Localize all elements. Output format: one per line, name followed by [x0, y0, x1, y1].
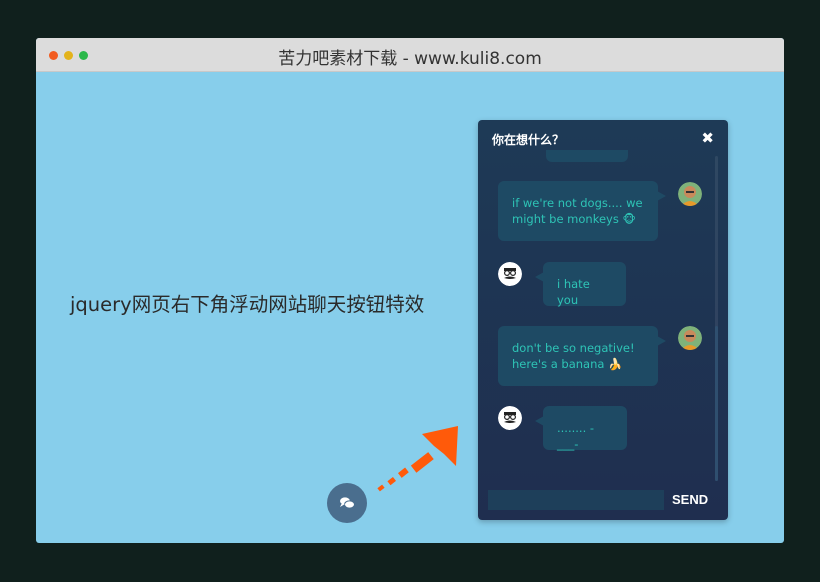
mustache-man-avatar-icon: [498, 406, 522, 430]
chat-panel: 你在想什么？ ✖ if we're not dogs.... we might …: [478, 120, 728, 520]
message-line: here's a banana 🍌: [512, 357, 623, 371]
chat-message-input[interactable]: [488, 490, 664, 510]
message-bubble: i hate you: [535, 262, 626, 307]
chat-float-button[interactable]: [327, 483, 367, 523]
previous-message-bubble: [546, 150, 628, 162]
send-button[interactable]: SEND: [672, 490, 708, 510]
bald-man-avatar-icon: [678, 182, 702, 206]
message-line: if we're not dogs.... we: [512, 196, 643, 210]
message-line: might be monkeys 🐵: [512, 212, 636, 226]
chat-bubble-icon: [340, 497, 355, 509]
mustache-man-avatar-icon: [498, 262, 522, 286]
orange-arrow-icon: [374, 420, 464, 500]
close-icon[interactable]: ✖: [701, 129, 714, 147]
chat-scroll-thumb[interactable]: [715, 326, 718, 481]
message-bubble: don't be so negative! here's a banana 🍌: [498, 326, 666, 386]
bald-man-avatar-icon: [678, 326, 702, 350]
chat-scrollbar[interactable]: [715, 156, 718, 481]
message-bubble: ........ -___-: [535, 406, 627, 451]
message-bubble: if we're not dogs.... we might be monkey…: [498, 181, 666, 241]
window-titlebar: 苦力吧素材下载 - www.kuli8.com: [36, 38, 784, 72]
page-heading: jquery网页右下角浮动网站聊天按钮特效: [70, 293, 425, 316]
chat-title: 你在想什么？: [492, 133, 565, 147]
message-line: i hate you: [557, 277, 590, 307]
window-title: 苦力吧素材下载 - www.kuli8.com: [278, 49, 542, 69]
message-line: ........ -___-: [557, 421, 595, 451]
message-line: don't be so negative!: [512, 341, 635, 355]
browser-window: 苦力吧素材下载 - www.kuli8.com jquery网页右下角浮动网站聊…: [36, 38, 784, 543]
